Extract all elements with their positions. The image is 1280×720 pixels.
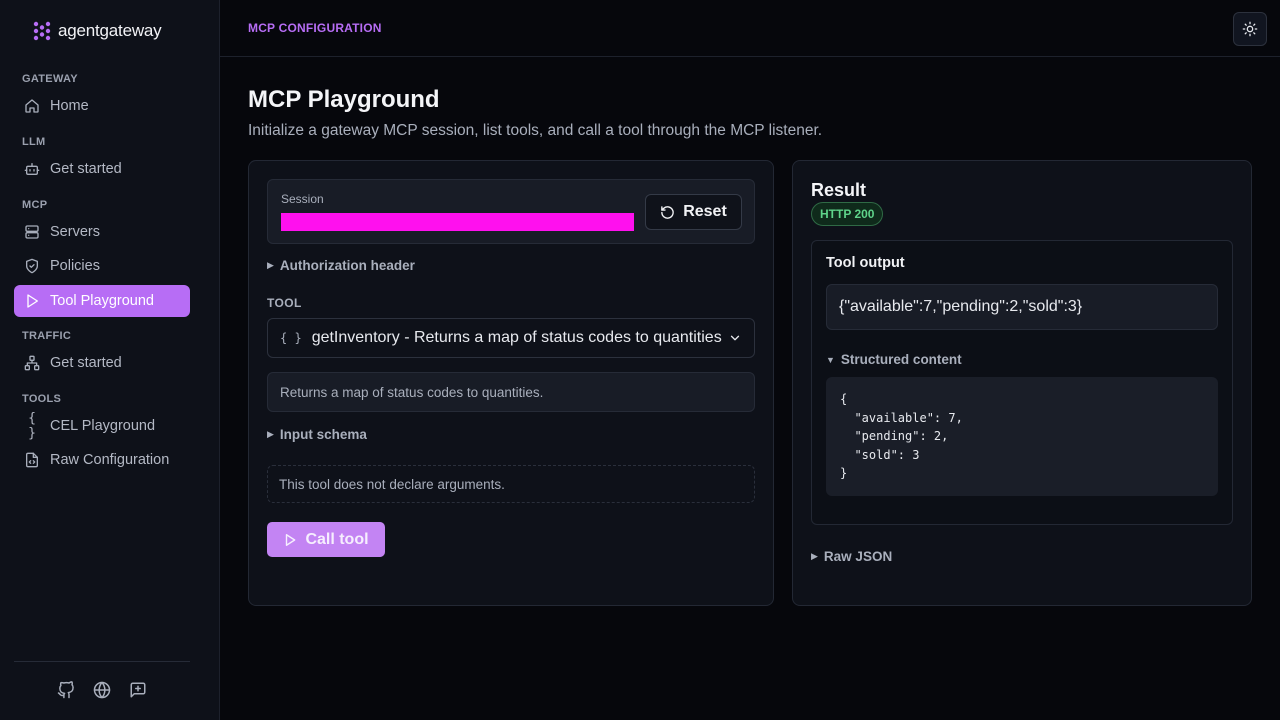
reset-icon — [661, 205, 674, 219]
network-icon — [24, 355, 40, 371]
play-icon — [27, 294, 38, 308]
structured-content-json: { "available": 7, "pending": 2, "sold": … — [826, 377, 1218, 496]
play-icon — [286, 533, 296, 546]
brand-name: agentgateway — [58, 21, 162, 40]
page-subtitle: Initialize a gateway MCP session, list t… — [248, 122, 823, 139]
tool-field-label: TOOL — [267, 296, 302, 310]
nav-section-llm: LLM — [22, 136, 46, 148]
sidebar-item-home[interactable]: Home — [14, 90, 190, 122]
sidebar-item-tool-playground[interactable]: Tool Playground — [14, 285, 190, 317]
result-panel: Result HTTP 200 Tool output {"available"… — [792, 160, 1252, 606]
sidebar-item-policies[interactable]: Policies — [14, 250, 190, 282]
sidebar-item-servers[interactable]: Servers — [14, 216, 190, 248]
tool-call-panel: Session Reset ▶ Authorization header TOO… — [248, 160, 774, 606]
shield-icon — [26, 258, 38, 274]
tool-output-value: {"available":7,"pending":2,"sold":3} — [826, 284, 1218, 330]
file-code-icon — [26, 452, 38, 468]
globe-icon[interactable] — [93, 681, 111, 699]
sidebar-item-label: Raw Configuration — [50, 452, 170, 468]
home-icon — [25, 99, 39, 113]
page-title: MCP Playground — [248, 86, 440, 113]
tool-output-card: Tool output {"available":7,"pending":2,"… — [811, 240, 1233, 525]
breadcrumb: MCP CONFIGURATION — [248, 21, 382, 35]
session-box: Session Reset — [267, 179, 755, 244]
authorization-header-label: Authorization header — [279, 258, 415, 273]
authorization-header-toggle[interactable]: ▶ Authorization header — [267, 258, 415, 273]
result-title: Result — [811, 180, 867, 200]
tool-output-heading: Tool output — [826, 255, 905, 271]
tool-description: Returns a map of status codes to quantit… — [267, 372, 755, 412]
call-tool-button[interactable]: Call tool — [267, 522, 385, 557]
sidebar-item-traffic-get-started[interactable]: Get started — [14, 347, 190, 379]
structured-content-toggle[interactable]: ▼ Structured content — [826, 352, 962, 367]
sidebar-item-label: Tool Playground — [50, 293, 154, 309]
session-id-redacted — [281, 213, 634, 231]
call-tool-label: Call tool — [305, 530, 369, 548]
input-schema-label: Input schema — [279, 427, 367, 442]
theme-toggle-button[interactable] — [1233, 12, 1267, 46]
sidebar-item-label: Home — [50, 98, 89, 114]
sun-icon — [1242, 21, 1258, 37]
sidebar-item-label: Servers — [50, 224, 100, 240]
status-badge: HTTP 200 — [811, 202, 884, 226]
sidebar-item-label: Policies — [50, 258, 100, 274]
triangle-right-icon: ▶ — [267, 429, 274, 439]
brand-logo[interactable]: agentgateway — [32, 20, 162, 42]
nav-section-traffic: TRAFFIC — [22, 330, 72, 342]
agentgateway-logo-icon — [33, 21, 51, 41]
topbar: MCP CONFIGURATION — [220, 0, 1280, 57]
sidebar-item-label: CEL Playground — [50, 418, 156, 434]
tool-select[interactable]: { } getInventory - Returns a map of stat… — [267, 318, 755, 358]
nav-section-tools: TOOLS — [22, 393, 62, 405]
server-icon — [25, 225, 39, 239]
chevron-down-icon — [730, 335, 740, 341]
triangle-right-icon: ▶ — [811, 551, 818, 561]
nav-section-mcp: MCP — [22, 199, 48, 211]
no-arguments-note: This tool does not declare arguments. — [267, 465, 755, 503]
sidebar-item-raw-configuration[interactable]: Raw Configuration — [14, 444, 190, 476]
bot-icon — [24, 163, 40, 175]
braces-icon: { } — [28, 411, 36, 441]
input-schema-toggle[interactable]: ▶ Input schema — [267, 427, 367, 442]
feedback-icon[interactable] — [129, 681, 147, 699]
sidebar: agentgateway GATEWAY Home LLM Get starte… — [0, 0, 220, 720]
structured-content-label: Structured content — [840, 352, 962, 367]
github-icon[interactable] — [57, 681, 75, 699]
triangle-right-icon: ▶ — [267, 260, 274, 270]
raw-json-label: Raw JSON — [823, 549, 893, 564]
nav-section-gateway: GATEWAY — [22, 73, 78, 85]
sidebar-item-llm-get-started[interactable]: Get started — [14, 153, 190, 185]
tool-select-value: getInventory - Returns a map of status c… — [311, 329, 722, 346]
raw-json-toggle[interactable]: ▶ Raw JSON — [811, 549, 892, 564]
sidebar-item-cel-playground[interactable]: { } CEL Playground — [14, 410, 190, 442]
braces-icon: { } — [280, 331, 302, 345]
sidebar-item-label: Get started — [50, 355, 122, 371]
sidebar-item-label: Get started — [50, 161, 122, 177]
session-label: Session — [281, 192, 324, 206]
triangle-down-icon: ▼ — [826, 354, 835, 365]
sidebar-divider — [14, 661, 190, 662]
reset-button[interactable]: Reset — [645, 194, 742, 230]
reset-label: Reset — [683, 203, 727, 220]
